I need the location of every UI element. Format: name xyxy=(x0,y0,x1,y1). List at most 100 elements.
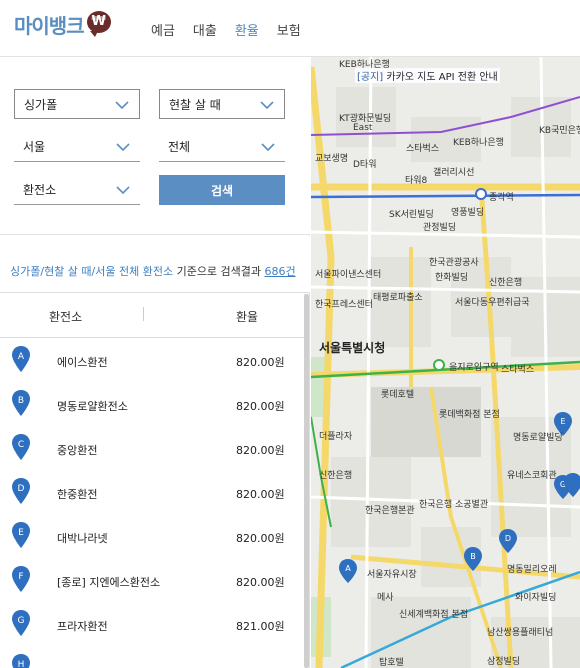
region-select[interactable]: 서울 xyxy=(14,132,140,162)
map-label: 서울다동우편취급국 xyxy=(455,298,530,308)
mybank-logo[interactable]: 마이뱅크 ₩ xyxy=(14,10,111,39)
result-middle-text: 기준으로 검색결과 xyxy=(173,265,265,278)
exchange-rate: 820.00원 xyxy=(236,488,285,501)
search-filters: 싱가폴 현찰 살 때 서울 전체 환전소 검색 xyxy=(0,57,310,235)
chevron-down-icon xyxy=(261,143,275,152)
map-label: 신세계백화점 본점 xyxy=(399,610,469,620)
map-marker-icon: F xyxy=(12,566,30,592)
map-view[interactable]: A B D E G [공지] 카카오 지도 API 전환 안내 KEB하나은행 … xyxy=(311,57,580,668)
marker-letter: G xyxy=(18,616,25,626)
notice-text: 카카오 지도 API 전환 안내 xyxy=(383,72,498,83)
table-row[interactable]: A 에이스환전 820.00원 xyxy=(0,339,305,383)
map-label: 교보생명 xyxy=(315,154,349,164)
svg-text:E: E xyxy=(560,417,565,426)
result-condition: 싱가폴/현찰 살 때/서울 전체 환전소 xyxy=(10,265,174,278)
left-panel: 싱가폴 현찰 살 때 서울 전체 환전소 검색 싱가폴/현찰 살 때/서울 전체… xyxy=(0,57,310,668)
chevron-down-icon xyxy=(116,143,130,152)
map-marker-icon: G xyxy=(12,610,30,636)
exchange-rate: 820.00원 xyxy=(236,532,285,545)
map-label: 스타벅스 xyxy=(501,365,535,375)
place-type-select[interactable]: 환전소 xyxy=(14,175,140,205)
map-label: 한국프레스센터 xyxy=(315,300,373,310)
top-header: 마이뱅크 ₩ 예금 대출 환율 보험 xyxy=(0,0,580,57)
exchange-rate: 820.00원 xyxy=(236,400,285,413)
marker-letter: H xyxy=(18,660,25,668)
nav-deposit[interactable]: 예금 xyxy=(151,20,175,39)
table-row[interactable]: F [종로] 지엔에스환전소 820.00원 xyxy=(0,559,305,603)
map-label: 서울특별시청 xyxy=(319,341,386,355)
map-label: 신한은행 xyxy=(489,278,523,288)
table-row[interactable]: D 한중환전 820.00원 xyxy=(0,471,305,515)
map-marker-icon: H xyxy=(12,654,30,668)
map-label: 스타벅스 xyxy=(406,144,440,154)
exchange-rate: 821.00원 xyxy=(236,620,285,633)
map-label: KEB하나은행 xyxy=(339,60,390,70)
exchange-name: 한중환전 xyxy=(57,488,98,501)
map-marker-icon: E xyxy=(12,522,30,548)
chevron-down-icon xyxy=(260,101,274,110)
marker-letter: A xyxy=(18,352,25,362)
currency-select[interactable]: 싱가폴 xyxy=(14,89,140,119)
marker-letter: E xyxy=(18,528,24,538)
district-select[interactable]: 전체 xyxy=(159,132,285,162)
table-row[interactable]: H xyxy=(0,647,305,668)
map-label: 서울자유시장 xyxy=(367,570,417,580)
search-button[interactable]: 검색 xyxy=(159,175,285,205)
currency-select-value: 싱가폴 xyxy=(24,97,58,112)
table-header: 환전소 환율 xyxy=(0,294,305,338)
map-label: 영풍빌딩 xyxy=(451,208,485,218)
map-label: 관정빌딩 xyxy=(423,223,457,233)
main-nav: 예금 대출 환율 보험 xyxy=(151,20,301,39)
map-canvas: A B D E G xyxy=(311,57,580,668)
map-label: 갤러리시선 xyxy=(433,168,475,178)
svg-text:D: D xyxy=(505,534,511,543)
map-label: D타워 xyxy=(353,160,377,170)
logo-text: 마이뱅크 xyxy=(14,14,85,38)
map-label: SK서린빌딩 xyxy=(389,210,434,220)
map-marker-icon: D xyxy=(12,478,30,504)
map-marker-icon: A xyxy=(12,346,30,372)
map-label: 명동밀리오레 xyxy=(507,565,557,575)
trade-type-select[interactable]: 현찰 살 때 xyxy=(159,89,285,119)
map-label: 신한은행 xyxy=(319,471,353,481)
svg-text:B: B xyxy=(470,552,476,561)
svg-text:A: A xyxy=(345,564,351,573)
map-label: KEB하나은행 xyxy=(453,138,504,148)
nav-exchange[interactable]: 환율 xyxy=(235,20,259,39)
map-label: 더플라자 xyxy=(319,432,353,442)
exchange-rate: 820.00원 xyxy=(236,576,285,589)
chevron-down-icon xyxy=(116,186,130,195)
exchange-rate: 820.00원 xyxy=(236,356,285,369)
nav-insurance[interactable]: 보험 xyxy=(277,20,301,39)
exchange-name: 프라자환전 xyxy=(57,620,108,633)
map-notice-link[interactable]: [공지] 카카오 지도 API 전환 안내 xyxy=(355,68,500,83)
result-summary: 싱가폴/현찰 살 때/서울 전체 환전소 기준으로 검색결과 686건 xyxy=(0,236,310,293)
map-label: 서울파이낸스센터 xyxy=(315,270,382,280)
column-header-name: 환전소 xyxy=(49,310,83,324)
chevron-down-icon xyxy=(115,101,129,110)
map-label: 명동로얄빌딩 xyxy=(513,433,563,443)
map-label: East xyxy=(353,123,373,133)
map-label: 한국관광공사 xyxy=(429,258,479,268)
column-header-rate: 환율 xyxy=(236,310,259,324)
map-label: 롯데호텔 xyxy=(381,390,415,400)
table-row[interactable]: E 대박나라넷 820.00원 xyxy=(0,515,305,559)
exchange-name: [종로] 지엔에스환전소 xyxy=(57,576,161,589)
map-marker-icon: B xyxy=(12,390,30,416)
nav-loan[interactable]: 대출 xyxy=(193,20,217,39)
won-icon: ₩ xyxy=(86,10,111,37)
table-row[interactable]: C 중앙환전 820.00원 xyxy=(0,427,305,471)
list-scrollbar[interactable] xyxy=(304,294,309,668)
district-select-value: 전체 xyxy=(168,140,191,154)
map-label: 한국은행본관 xyxy=(365,506,415,516)
region-select-value: 서울 xyxy=(23,140,46,154)
result-count[interactable]: 686건 xyxy=(265,265,296,278)
exchange-name: 에이스환전 xyxy=(57,356,108,369)
table-row[interactable]: B 명동로얄환전소 820.00원 xyxy=(0,383,305,427)
map-label: 삼정빌딩 xyxy=(487,657,521,667)
table-row[interactable]: G 프라자환전 821.00원 xyxy=(0,603,305,647)
trade-type-select-value: 현찰 살 때 xyxy=(169,97,221,112)
map-label: 탑호텔 xyxy=(379,658,404,668)
exchange-rate: 820.00원 xyxy=(236,444,285,457)
map-label: KB국민은행 xyxy=(539,126,580,136)
